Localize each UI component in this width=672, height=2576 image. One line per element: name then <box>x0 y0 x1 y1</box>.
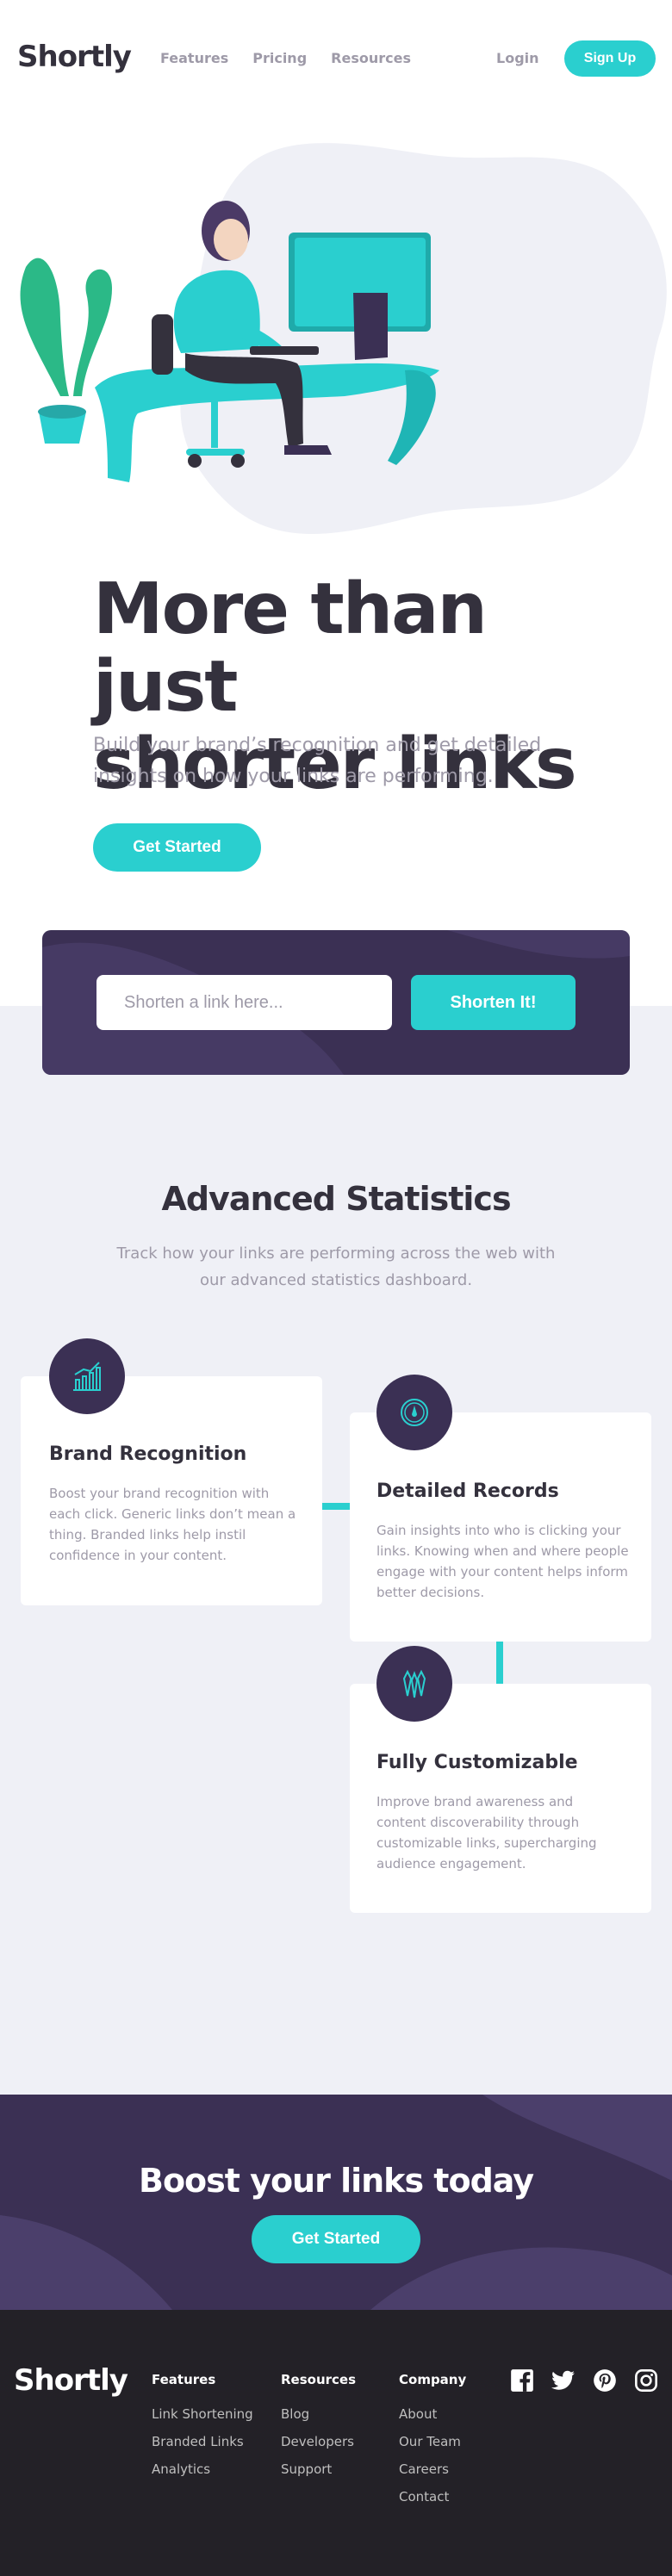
hero-illustration <box>20 143 667 535</box>
footer-link[interactable]: Our Team <box>399 2434 466 2449</box>
pens-icon <box>376 1646 452 1722</box>
shorten-link-input[interactable]: Shorten a link here... <box>96 975 392 1030</box>
stat-card-title: Brand Recognition <box>49 1443 247 1465</box>
stat-card-title: Fully Customizable <box>376 1752 578 1773</box>
footer-link[interactable]: Support <box>281 2461 356 2477</box>
card-connector <box>496 1641 503 1684</box>
footer-link[interactable]: Blog <box>281 2406 356 2422</box>
footer-heading: Company <box>399 2372 467 2387</box>
footer-heading: Resources <box>281 2372 357 2387</box>
footer-link[interactable]: About <box>399 2406 466 2422</box>
footer-heading: Features <box>152 2372 216 2387</box>
nav-pricing[interactable]: Pricing <box>252 50 307 66</box>
chart-icon <box>49 1338 125 1414</box>
footer-logo[interactable]: Shortly <box>14 2363 128 2398</box>
shorten-button[interactable]: Shorten It! <box>411 975 576 1030</box>
facebook-icon[interactable] <box>510 2368 534 2393</box>
site-footer: Shortly Features Link Shortening Branded… <box>0 2310 672 2576</box>
instagram-icon[interactable] <box>634 2368 658 2393</box>
boost-title: Boost your links today <box>138 2162 534 2200</box>
boost-background-shape <box>0 2095 672 2310</box>
footer-link[interactable]: Link Shortening <box>152 2406 253 2422</box>
signup-button[interactable]: Sign Up <box>564 40 656 77</box>
footer-column-features: Features Link Shortening Branded Links A… <box>152 2372 253 2489</box>
gauge-icon <box>376 1375 452 1450</box>
hero-title-line1: More than just <box>93 568 488 728</box>
footer-link[interactable]: Developers <box>281 2434 356 2449</box>
login-link[interactable]: Login <box>496 50 539 66</box>
footer-column-resources: Resources Blog Developers Support <box>281 2372 356 2489</box>
nav-resources[interactable]: Resources <box>331 50 411 66</box>
stats-title: Advanced Statistics <box>161 1180 511 1218</box>
card-connector <box>322 1503 350 1510</box>
footer-link[interactable]: Contact <box>399 2489 466 2505</box>
boost-get-started-button[interactable]: Get Started <box>252 2215 420 2263</box>
shorten-form: Shorten a link here... Shorten It! <box>42 930 630 1075</box>
logo[interactable]: Shortly <box>17 40 132 74</box>
stat-card-text: Boost your brand recognition with each c… <box>49 1486 296 1563</box>
stat-card-text: Improve brand awareness and content disc… <box>376 1794 597 1871</box>
footer-column-company: Company About Our Team Careers Contact <box>399 2372 466 2517</box>
footer-link[interactable]: Analytics <box>152 2461 253 2477</box>
pinterest-icon[interactable] <box>593 2368 617 2393</box>
stats-subtitle: Track how your links are performing acro… <box>116 1245 556 1289</box>
twitter-icon[interactable] <box>551 2368 576 2393</box>
get-started-button[interactable]: Get Started <box>93 823 261 872</box>
hero-subtitle: Build your brand’s recognition and get d… <box>93 735 542 787</box>
footer-link[interactable]: Branded Links <box>152 2434 253 2449</box>
site-header: Shortly Features Pricing Resources Login… <box>0 0 672 116</box>
nav-features[interactable]: Features <box>160 50 228 66</box>
boost-section: Boost your links today Get Started <box>0 2095 672 2310</box>
main-nav: Features Pricing Resources <box>160 50 411 66</box>
stat-card-text: Gain insights into who is clicking your … <box>376 1523 629 1600</box>
stat-card-title: Detailed Records <box>376 1480 559 1502</box>
footer-link[interactable]: Careers <box>399 2461 466 2477</box>
